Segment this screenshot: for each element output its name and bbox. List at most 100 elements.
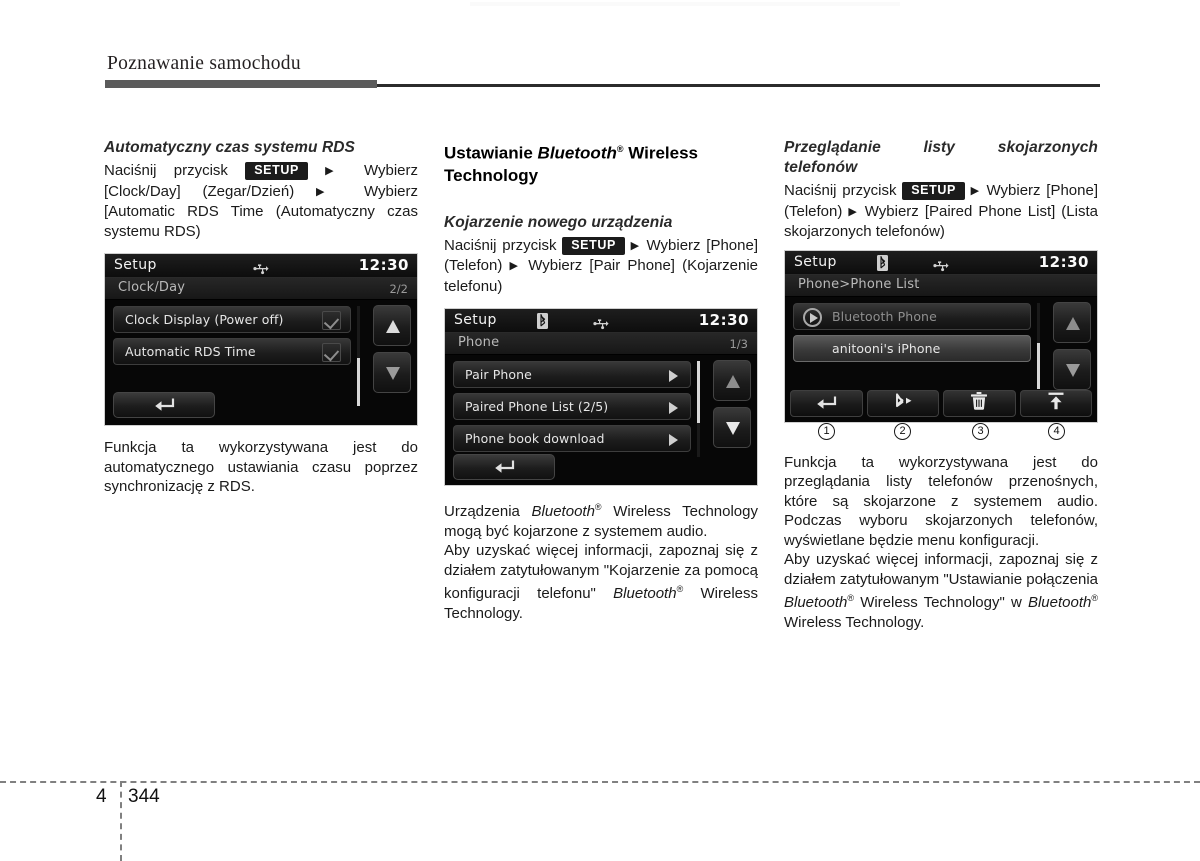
scrollbar-thumb[interactable] bbox=[697, 361, 700, 424]
setup-keycap: SETUP bbox=[562, 236, 625, 255]
arrow-icon: ▶ bbox=[509, 260, 522, 273]
scrollbar-thumb[interactable] bbox=[357, 358, 360, 406]
device-subbar: Clock/Day 2/2 bbox=[105, 278, 417, 300]
usb-icon bbox=[253, 260, 269, 279]
scroll-up-button[interactable] bbox=[1053, 301, 1091, 343]
list-item-label: Phone book download bbox=[465, 431, 605, 447]
device-title: Setup bbox=[794, 253, 837, 270]
chevron-right-icon bbox=[669, 370, 678, 383]
back-button[interactable] bbox=[453, 454, 555, 481]
list-item-label: Bluetooth Phone bbox=[832, 308, 937, 324]
list-item-label: Clock Display (Power off) bbox=[125, 312, 284, 327]
caption-pairing-2: Aby uzyskać więcej informacji, zapoznaj … bbox=[444, 541, 758, 623]
header-rule-thick bbox=[105, 80, 377, 88]
device-nav-buttons bbox=[373, 305, 411, 399]
caption-part-bluetooth: Bluetooth bbox=[531, 503, 595, 521]
device-list: Pair Phone Paired Phone List (2/5) Phone… bbox=[453, 361, 691, 457]
toolbar-move-top-button[interactable] bbox=[1019, 389, 1092, 417]
scroll-up-button[interactable] bbox=[713, 360, 751, 402]
caption-part-d: Wireless Technology" w bbox=[854, 594, 1028, 611]
caption-pairing-1: Urządzenia Bluetooth® Wireless Technolog… bbox=[444, 498, 758, 541]
back-icon bbox=[153, 395, 175, 415]
heading-part-bluetooth: Bluetooth bbox=[537, 143, 617, 163]
scroll-up-button[interactable] bbox=[373, 305, 411, 346]
section-title-pairing: Kojarzenie nowego urządzenia bbox=[444, 213, 673, 231]
toolbar-delete-button[interactable] bbox=[943, 389, 1016, 417]
toolbar-connect-button[interactable] bbox=[866, 389, 939, 417]
scan-artifact bbox=[470, 2, 900, 6]
header-rule bbox=[105, 80, 1100, 89]
heading-bluetooth-setup: Ustawianie Bluetooth® Wireless Technolog… bbox=[444, 138, 758, 187]
scrollbar-thumb[interactable] bbox=[1037, 342, 1040, 389]
list-item[interactable]: Automatic RDS Time bbox=[113, 338, 351, 365]
list-item-label: Pair Phone bbox=[465, 367, 532, 383]
column-left: Automatyczny czas systemu RDS Naciśnij p… bbox=[104, 138, 418, 497]
instruction-paired-list: Naciśnij przycisk SETUP ▶ Wybierz [Phone… bbox=[784, 181, 1098, 242]
scroll-down-button[interactable] bbox=[713, 407, 751, 449]
caption-part-a: Urządzenia bbox=[444, 503, 532, 521]
callout-number-1: 1 bbox=[818, 422, 835, 440]
list-item[interactable]: Paired Phone List (2/5) bbox=[453, 393, 691, 421]
scrollbar-track[interactable] bbox=[697, 361, 700, 458]
usb-icon bbox=[593, 315, 609, 334]
device-titlebar: Setup 12:30 bbox=[105, 254, 417, 278]
section-title-rds: Automatyczny czas systemu RDS bbox=[104, 139, 355, 156]
column-right: Przeglądanie listy skojarzonych telefonó… bbox=[784, 138, 1098, 632]
arrow-icon: ▶ bbox=[848, 205, 859, 218]
scroll-up-icon bbox=[726, 375, 740, 389]
footer-vertical-divider bbox=[120, 781, 122, 861]
back-button[interactable] bbox=[113, 392, 215, 418]
list-item[interactable]: anitooni's iPhone bbox=[793, 334, 1031, 362]
list-item-label: Paired Phone List (2/5) bbox=[465, 399, 609, 415]
bluetooth-connect-icon bbox=[891, 393, 915, 414]
usb-icon bbox=[933, 257, 949, 276]
heading-part-a: Ustawianie bbox=[444, 143, 538, 163]
list-item[interactable]: Clock Display (Power off) bbox=[113, 306, 351, 333]
arrow-icon: ▶ bbox=[970, 185, 981, 197]
device-callouts: 1 2 3 4 bbox=[784, 422, 1098, 445]
instruction-part-1: Naciśnij przycisk bbox=[784, 182, 897, 199]
caption-part-bluetooth-2: Bluetooth bbox=[1027, 594, 1092, 611]
device-subbar: Phone 1/3 bbox=[445, 333, 757, 356]
caption-part-g: Wireless Technology. bbox=[784, 613, 925, 631]
device-nav-buttons bbox=[1053, 301, 1091, 396]
device-toolbar bbox=[790, 389, 1092, 417]
checkbox-checked-icon[interactable] bbox=[322, 311, 341, 330]
page-title: Poznawanie samochodu bbox=[107, 53, 301, 74]
header-rule-thin bbox=[377, 84, 1100, 87]
scroll-down-button[interactable] bbox=[1053, 348, 1091, 390]
instruction-pairing: Naciśnij przycisk SETUP ▶ Wybierz [Phone… bbox=[444, 236, 758, 297]
section-title-paired-list: Przeglądanie listy skojarzonych telefonó… bbox=[784, 139, 1098, 176]
device-list: Bluetooth Phone anitooni's iPhone bbox=[793, 302, 1031, 367]
device-back-bar bbox=[453, 454, 555, 481]
checkbox-checked-icon[interactable] bbox=[322, 343, 341, 362]
arrow-icon: ▶ bbox=[325, 165, 347, 177]
scrollbar-track[interactable] bbox=[357, 306, 360, 406]
caption-rds: Funkcja ta wykorzystywana jest do automa… bbox=[104, 439, 418, 495]
page-header: Poznawanie samochodu bbox=[105, 52, 1100, 89]
scroll-down-icon bbox=[726, 422, 740, 436]
list-item[interactable]: Bluetooth Phone bbox=[793, 302, 1031, 330]
scroll-down-icon bbox=[386, 367, 400, 380]
arrow-icon: ▶ bbox=[630, 239, 641, 252]
registered-mark: ® bbox=[594, 502, 602, 513]
caption-part-bluetooth: Bluetooth bbox=[613, 585, 677, 603]
caption-part-a: Aby uzyskać więcej informacji, zapoznaj … bbox=[784, 551, 1098, 588]
device-body: Pair Phone Paired Phone List (2/5) Phone… bbox=[445, 355, 757, 486]
toolbar-back-button[interactable] bbox=[790, 389, 863, 417]
bluetooth-icon bbox=[877, 254, 888, 275]
device-screenshot-phone-list: Setup 12:30 Phone>Phone List Bluetooth P… bbox=[784, 249, 1098, 423]
scrollbar-track[interactable] bbox=[1037, 302, 1040, 389]
caption-paired-list-2: Aby uzyskać więcej informacji, zapoznaj … bbox=[784, 550, 1098, 632]
list-item[interactable]: Phone book download bbox=[453, 425, 691, 453]
list-item[interactable]: Pair Phone bbox=[453, 361, 691, 389]
scroll-down-icon bbox=[1066, 363, 1080, 377]
footer-divider bbox=[0, 781, 1200, 783]
caption-part-bluetooth: Bluetooth bbox=[784, 594, 848, 611]
scroll-down-button[interactable] bbox=[373, 352, 411, 393]
device-title: Setup bbox=[114, 257, 157, 273]
move-to-top-icon bbox=[1047, 392, 1065, 414]
device-clock: 12:30 bbox=[698, 311, 749, 330]
page-number: 344 bbox=[128, 786, 160, 807]
arrow-icon: ▶ bbox=[316, 185, 343, 198]
